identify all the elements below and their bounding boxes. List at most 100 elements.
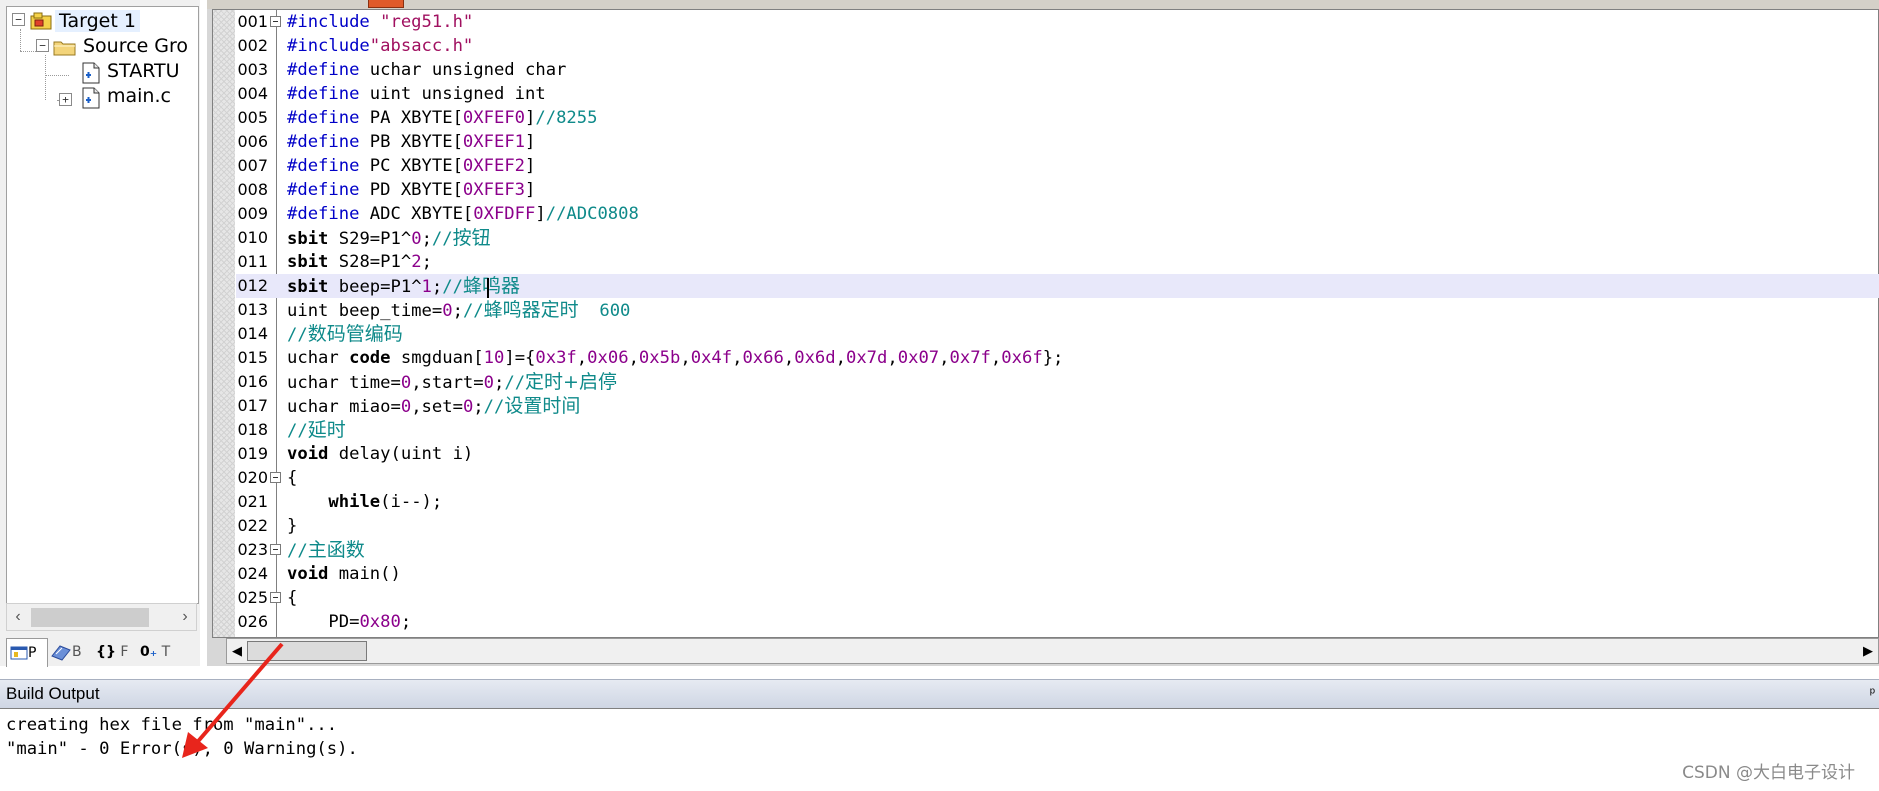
fold-collapse-icon[interactable] — [270, 544, 281, 555]
code-line[interactable]: 010 sbit S29=P1^0;//按钮 — [236, 226, 1879, 250]
code-text: sbit S28=P1^2; — [287, 250, 432, 274]
scroll-thumb[interactable] — [31, 608, 149, 627]
active-file-tab[interactable] — [368, 0, 404, 8]
code-token: 0x7f — [949, 348, 991, 368]
code-token: // — [287, 541, 308, 561]
code-text: { — [287, 466, 297, 490]
code-token: "absacc.h" — [369, 36, 474, 56]
code-token: 设置时间 — [504, 395, 581, 417]
code-line[interactable]: 013 uint beep_time=0;//蜂鸣器定时 600 — [236, 298, 1879, 322]
scroll-left-icon[interactable]: ‹ — [7, 604, 29, 630]
code-token: 0x6d — [794, 348, 836, 368]
code-token: 蜂鸣器定时 — [483, 299, 579, 321]
functions-tab-icon: {} — [96, 644, 116, 660]
code-line[interactable]: 008 #define PD XBYTE[0XFEF3] — [236, 178, 1879, 202]
code-token: 0XFEF0 — [462, 108, 526, 128]
code-token: 定时+启停 — [525, 371, 617, 393]
code-line[interactable]: 015 uchar code smgduan[10]={0x3f,0x06,0x5… — [236, 346, 1879, 370]
code-text: uchar time=0,start=0;//定时+启停 — [287, 370, 617, 395]
code-token: , — [576, 348, 588, 368]
editor-tab-strip — [207, 0, 1879, 9]
code-token: 0x3f — [535, 348, 577, 368]
tab-label: P — [28, 645, 37, 661]
code-token: , — [680, 348, 691, 368]
tab-label: B — [72, 644, 82, 660]
code-token: // — [431, 229, 453, 249]
code-token: "reg51.h" — [380, 12, 474, 32]
code-line[interactable]: 002 #include"absacc.h" — [236, 34, 1879, 58]
code-text: uchar miao=0,set=0;//设置时间 — [287, 394, 580, 419]
code-line[interactable]: 003 #define uchar unsigned char — [236, 58, 1879, 82]
code-text: #define ADC XBYTE[0XFDFF]//ADC0808 — [287, 202, 639, 226]
code-token: 0XFEF3 — [462, 180, 526, 200]
collapse-target-toggle[interactable]: − — [12, 13, 25, 26]
code-line[interactable]: 007 #define PC XBYTE[0XFEF2] — [236, 154, 1879, 178]
code-line[interactable]: 022} — [236, 514, 1879, 538]
code-line[interactable]: 016 uchar time=0,start=0;//定时+启停 — [236, 370, 1879, 394]
fold-collapse-icon[interactable] — [270, 472, 281, 483]
code-line[interactable]: 026 PD=0x80; — [236, 610, 1879, 634]
line-number: 004 — [237, 84, 268, 103]
code-token: PD XBYTE[ — [359, 180, 463, 200]
code-token: code — [349, 348, 391, 368]
code-text: void main() — [287, 562, 401, 586]
code-token: uint unsigned int — [359, 84, 546, 104]
collapse-group-toggle[interactable]: − — [36, 39, 49, 52]
line-number: 026 — [237, 612, 268, 631]
tab-books[interactable]: B — [50, 638, 94, 666]
code-line[interactable]: 006 #define PB XBYTE[0XFEF1] — [236, 130, 1879, 154]
code-token: , — [990, 348, 1002, 368]
tree-item-label: Source Gro — [83, 35, 189, 57]
code-token: ; — [452, 301, 463, 321]
file-icon — [82, 62, 100, 84]
line-number: 015 — [237, 348, 268, 367]
tree-item-main-c[interactable]: main.c — [103, 82, 175, 110]
scroll-right-icon[interactable]: › — [174, 604, 196, 630]
code-token: 0XFEF1 — [462, 132, 526, 152]
code-text: #include "reg51.h" — [287, 10, 473, 34]
code-token: ] — [525, 180, 536, 200]
expand-file-toggle[interactable]: + — [59, 93, 72, 106]
code-token: PD= — [287, 612, 360, 632]
code-line[interactable]: 004 #define uint unsigned int — [236, 82, 1879, 106]
code-token: 0x06 — [587, 348, 629, 368]
code-line[interactable]: 014 //数码管编码 — [236, 322, 1879, 346]
pin-icon[interactable]: ᵖ — [1870, 684, 1875, 700]
code-token: #define — [287, 60, 360, 80]
code-line[interactable]: 025 { — [236, 586, 1879, 610]
fold-collapse-icon[interactable] — [270, 592, 281, 603]
code-line[interactable]: 024 void main() — [236, 562, 1879, 586]
scroll-right-icon[interactable]: ▶ — [1858, 639, 1878, 663]
project-tab-icon — [10, 646, 28, 660]
tree-horizontal-scrollbar[interactable]: ‹ › — [6, 603, 197, 631]
tree-guide — [45, 55, 46, 100]
code-token: 0 — [483, 373, 494, 393]
tree-item-startup[interactable]: STARTU — [103, 57, 184, 85]
code-line[interactable]: 011 sbit S28=P1^2; — [236, 250, 1879, 274]
code-token: #define — [287, 204, 360, 224]
code-line[interactable]: 020 { — [236, 466, 1879, 490]
code-text: #define PA XBYTE[0XFEF0]//8255 — [287, 106, 597, 130]
code-line[interactable]: 023 //主函数 — [236, 538, 1879, 562]
code-token: // — [504, 373, 526, 393]
tab-functions[interactable]: {} F — [96, 638, 136, 666]
code-token: 0x4f — [690, 348, 733, 368]
fold-collapse-icon[interactable] — [270, 16, 281, 27]
tree-item-source-group[interactable]: Source Gro — [79, 32, 192, 60]
code-token: ,set= — [411, 397, 463, 417]
code-line[interactable]: 012 sbit beep=P1^1;//蜂鸣器 — [236, 274, 1879, 298]
tab-project[interactable]: P — [6, 638, 48, 667]
code-token: 0 — [442, 301, 453, 321]
code-line[interactable]: 001 #include "reg51.h" — [236, 10, 1879, 34]
code-token: #define — [287, 156, 360, 176]
code-line[interactable]: 005 #define PA XBYTE[0XFEF0]//8255 — [236, 106, 1879, 130]
code-text: { — [287, 586, 297, 610]
editor-horizontal-scrollbar[interactable]: ◀ ▶ — [226, 638, 1879, 664]
code-line[interactable]: 009 #define ADC XBYTE[0XFDFF]//ADC0808 — [236, 202, 1879, 226]
code-line[interactable]: 017 uchar miao=0,set=0;//设置时间 — [236, 394, 1879, 418]
code-line[interactable]: 018 //延时 — [236, 418, 1879, 442]
tree-item-target[interactable]: Target 1 — [55, 7, 140, 35]
code-line[interactable]: 021 while(i--); — [236, 490, 1879, 514]
code-line[interactable]: 019 void delay(uint i) — [236, 442, 1879, 466]
code-token: uchar unsigned char — [359, 60, 567, 80]
